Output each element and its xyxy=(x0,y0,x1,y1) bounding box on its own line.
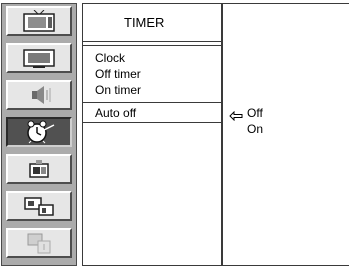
auto-off-options-panel: Off On xyxy=(222,3,349,266)
picture-icon xyxy=(22,10,56,32)
screen-icon xyxy=(22,47,56,69)
sidebar-item-audio[interactable] xyxy=(6,80,72,110)
menu-item-on-timer[interactable]: On timer xyxy=(95,83,141,97)
timer-clock-icon xyxy=(22,120,56,144)
pip-icon xyxy=(22,195,56,217)
timer-menu-panel: TIMER Clock Off timer On timer Auto off xyxy=(82,3,222,266)
menu-item-divider xyxy=(83,122,221,123)
sidebar-item-picture[interactable] xyxy=(6,6,72,36)
menu-item-off-timer[interactable]: Off timer xyxy=(95,67,141,81)
sidebar-item-screen[interactable] xyxy=(6,43,72,73)
title-separator xyxy=(83,43,221,46)
sidebar-item-pip[interactable] xyxy=(6,191,72,221)
sidebar-item-setup[interactable] xyxy=(6,228,72,258)
menu-item-clock[interactable]: Clock xyxy=(95,51,125,65)
sidebar-item-special[interactable] xyxy=(6,154,72,184)
menu-icon-sidebar xyxy=(1,3,77,266)
audio-icon xyxy=(22,84,56,106)
menu-title: TIMER xyxy=(124,15,165,30)
setup-icon xyxy=(22,232,56,254)
selection-pointer-icon xyxy=(229,108,243,126)
menu-item-divider xyxy=(83,102,221,103)
sidebar-item-timer[interactable] xyxy=(6,117,72,147)
option-off[interactable]: Off xyxy=(247,106,263,120)
special-icon xyxy=(22,158,56,180)
osd-screen: TIMER Clock Off timer On timer Auto off … xyxy=(0,0,349,268)
menu-item-auto-off[interactable]: Auto off xyxy=(95,106,136,120)
option-on[interactable]: On xyxy=(247,122,263,136)
menu-title-box: TIMER xyxy=(83,4,221,42)
